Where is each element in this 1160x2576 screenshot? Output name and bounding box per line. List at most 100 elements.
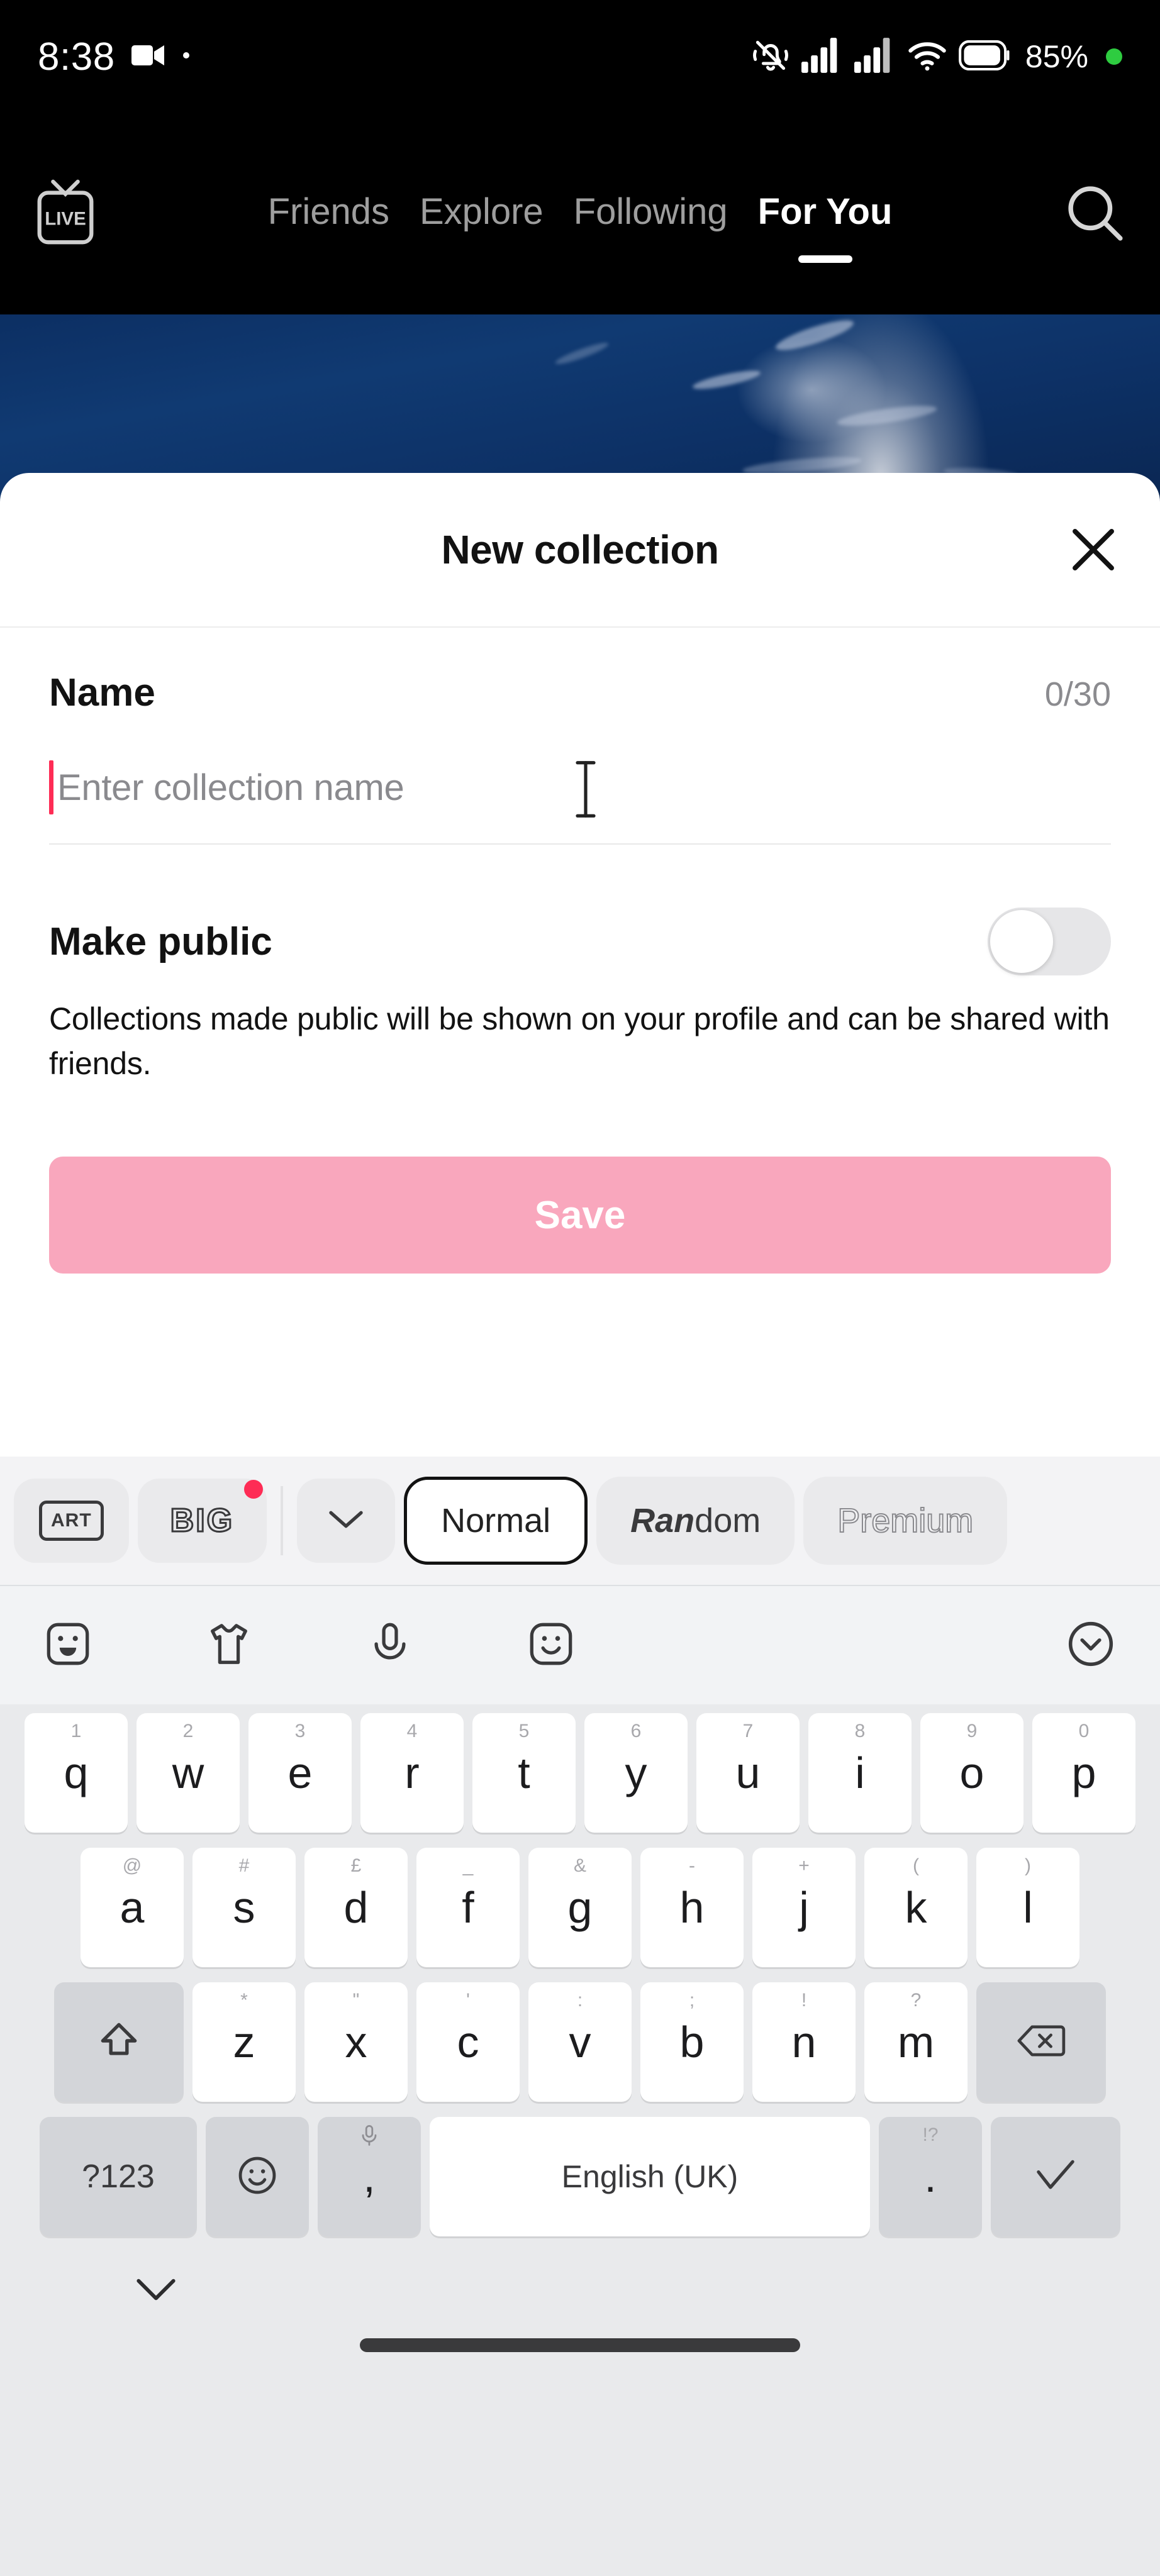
save-button[interactable]: Save: [49, 1157, 1111, 1274]
key-label: o: [959, 1748, 984, 1797]
numbers-key[interactable]: ?123: [40, 2117, 197, 2236]
sticker-icon[interactable]: [44, 1620, 92, 1671]
notification-badge-dot: [244, 1480, 264, 1499]
close-icon[interactable]: [1063, 519, 1124, 580]
key-q[interactable]: 1q: [25, 1713, 128, 1833]
key-label: b: [679, 2018, 705, 2067]
key-y[interactable]: 6y: [584, 1713, 688, 1833]
comma-key[interactable]: ,: [318, 2117, 421, 2236]
microphone-icon[interactable]: [366, 1620, 414, 1671]
key-f[interactable]: _ f: [416, 1848, 520, 1967]
character-counter: 0/30: [1044, 675, 1111, 713]
space-key[interactable]: English (UK): [430, 2117, 870, 2236]
microphone-icon: [318, 2124, 421, 2152]
key-i[interactable]: 8i: [808, 1713, 912, 1833]
key-label: t: [518, 1748, 530, 1797]
key-h[interactable]: -h: [640, 1848, 744, 1967]
key-label: ,: [363, 2152, 376, 2201]
chevron-down-icon: [326, 1507, 366, 1535]
emoji-face-icon[interactable]: [527, 1620, 575, 1671]
key-hint: 6: [630, 1721, 642, 1741]
tab-for-you[interactable]: For You: [758, 191, 893, 238]
key-o[interactable]: 9o: [920, 1713, 1023, 1833]
key-hint: ': [466, 1990, 470, 2011]
key-t[interactable]: 5t: [472, 1713, 576, 1833]
tshirt-icon[interactable]: [205, 1620, 253, 1671]
key-l[interactable]: ) l: [976, 1848, 1079, 1967]
key-hint: ": [352, 1990, 360, 2011]
key-label: z: [233, 2018, 255, 2067]
input-placeholder: Enter collection name: [57, 767, 404, 808]
big-label: BIG: [169, 1502, 235, 1540]
key-hint: (: [913, 1855, 919, 1876]
style-random-head: Ran: [630, 1502, 695, 1540]
key-label: a: [120, 1883, 145, 1932]
key-m[interactable]: ? m: [864, 1982, 968, 2102]
toolbar-divider: [281, 1486, 284, 1555]
style-random[interactable]: Ran dom: [596, 1477, 795, 1565]
home-gesture-bar[interactable]: [360, 2338, 800, 2352]
key-hint: 3: [294, 1721, 306, 1741]
key-d[interactable]: £ d: [304, 1848, 408, 1967]
key-k[interactable]: (k: [864, 1848, 968, 1967]
emoji-smiley-icon: [235, 2153, 279, 2201]
tab-friends[interactable]: Friends: [268, 191, 389, 238]
style-normal[interactable]: Normal: [404, 1477, 588, 1565]
style-random-tail: dom: [694, 1502, 761, 1540]
key-c[interactable]: ' c: [416, 1982, 520, 2102]
backspace-key[interactable]: [976, 1982, 1106, 2102]
key-v[interactable]: :v: [528, 1982, 632, 2102]
period-key[interactable]: !? .: [879, 2117, 982, 2236]
key-hint: 1: [70, 1721, 82, 1741]
live-button[interactable]: LIVE: [33, 175, 98, 253]
key-x[interactable]: " x: [304, 1982, 408, 2102]
key-e[interactable]: 3e: [248, 1713, 352, 1833]
tiktok-top-nav: LIVE Friends Explore Following For You: [0, 113, 1160, 314]
key-label: v: [569, 2018, 591, 2067]
tab-explore[interactable]: Explore: [420, 191, 544, 238]
key-r[interactable]: 4r: [360, 1713, 464, 1833]
key-hint: #: [238, 1855, 250, 1876]
key-u[interactable]: 7u: [696, 1713, 800, 1833]
search-icon[interactable]: [1062, 180, 1127, 248]
sheet-header: New collection: [0, 473, 1160, 628]
tab-following[interactable]: Following: [574, 191, 728, 238]
key-label: m: [897, 2018, 935, 2067]
shift-key[interactable]: [54, 1982, 184, 2102]
collection-name-input[interactable]: Enter collection name: [49, 760, 1111, 845]
key-w[interactable]: 2w: [137, 1713, 240, 1833]
key-label: k: [905, 1883, 927, 1932]
signal-bars-sim2-icon: [854, 37, 896, 76]
green-recording-dot: [1106, 48, 1122, 65]
key-s[interactable]: # s: [192, 1848, 296, 1967]
expand-styles-button[interactable]: [297, 1479, 396, 1563]
make-public-toggle[interactable]: [988, 908, 1111, 975]
status-bar: 8:38 85%: [0, 0, 1160, 113]
key-label: ?123: [82, 2158, 155, 2195]
nav-tab-list: Friends Explore Following For You: [98, 191, 1062, 238]
battery-icon: [959, 40, 1010, 74]
emoji-key[interactable]: [206, 2117, 309, 2236]
ibeam-cursor: [571, 757, 600, 825]
key-a[interactable]: @ a: [81, 1848, 184, 1967]
key-j[interactable]: + j: [752, 1848, 856, 1967]
hide-keyboard-chevron-down-icon[interactable]: [131, 2273, 181, 2307]
art-style-button[interactable]: ART: [14, 1479, 129, 1563]
big-style-button[interactable]: BIG: [137, 1479, 267, 1563]
style-premium[interactable]: Premium: [803, 1477, 1008, 1565]
enter-key[interactable]: [991, 2117, 1120, 2236]
key-hint: 2: [182, 1721, 194, 1741]
key-b[interactable]: ; b: [640, 1982, 744, 2102]
collapse-chevron-icon[interactable]: [1066, 1619, 1116, 1672]
key-label: q: [64, 1748, 89, 1797]
key-n[interactable]: ! n: [752, 1982, 856, 2102]
key-label: f: [462, 1883, 474, 1932]
key-g[interactable]: & g: [528, 1848, 632, 1967]
key-label: c: [457, 2018, 479, 2067]
status-time: 8:38: [38, 35, 115, 79]
status-bar-right: 85%: [751, 36, 1122, 78]
key-z[interactable]: * z: [192, 1982, 296, 2102]
key-hint: -: [689, 1855, 695, 1876]
key-hint: &: [573, 1855, 586, 1876]
key-p[interactable]: 0p: [1032, 1713, 1135, 1833]
